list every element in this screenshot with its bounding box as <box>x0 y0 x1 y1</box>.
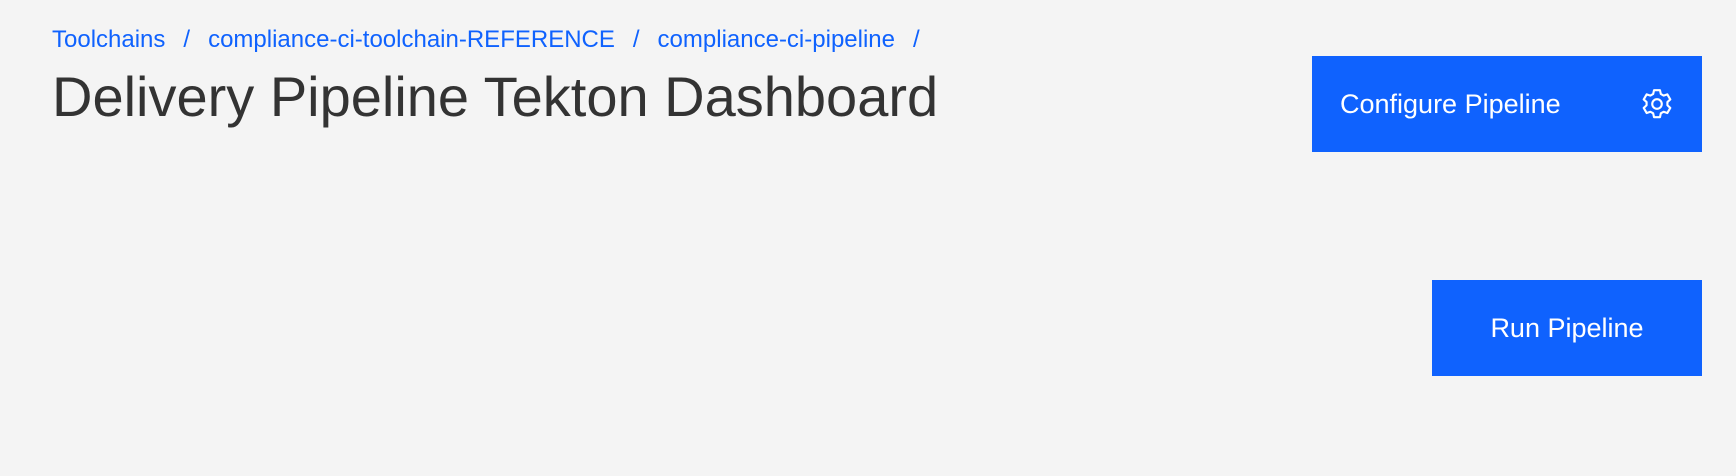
breadcrumb-link-pipeline[interactable]: compliance-ci-pipeline <box>658 24 895 56</box>
breadcrumb-separator: / <box>913 26 920 53</box>
breadcrumb-link-toolchains[interactable]: Toolchains <box>52 24 165 56</box>
breadcrumb-separator: / <box>183 26 191 53</box>
breadcrumb-link-toolchain[interactable]: compliance-ci-toolchain-REFERENCE <box>208 24 615 56</box>
gear-icon <box>1642 89 1672 119</box>
breadcrumb: Toolchains / compliance-ci-toolchain-REF… <box>52 24 938 56</box>
configure-pipeline-button[interactable]: Configure Pipeline <box>1312 56 1702 152</box>
page-title: Delivery Pipeline Tekton Dashboard <box>52 65 939 128</box>
configure-pipeline-label: Configure Pipeline <box>1340 88 1561 119</box>
run-pipeline-label: Run Pipeline <box>1490 312 1644 343</box>
breadcrumb-separator: / <box>632 26 640 53</box>
run-pipeline-button[interactable]: Run Pipeline <box>1432 280 1702 376</box>
